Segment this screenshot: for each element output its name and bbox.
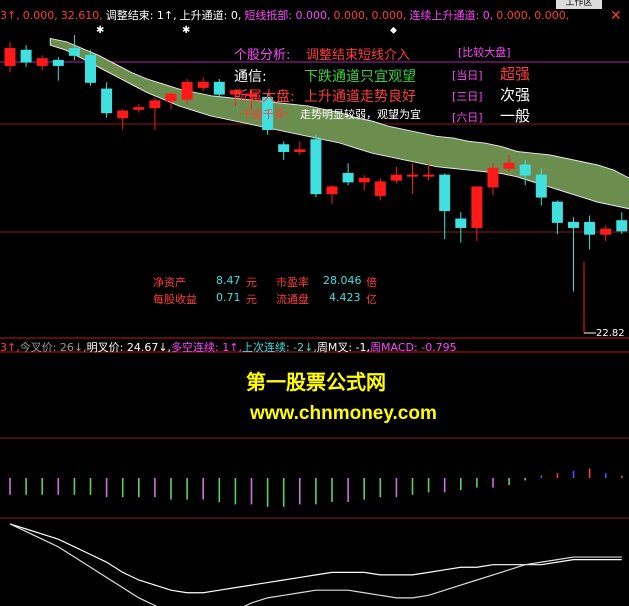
candle-body	[278, 144, 290, 152]
watermark-url: www.chnmoney.com	[250, 403, 437, 424]
top-indicator-item: 调整结束: 1↑,	[105, 9, 177, 22]
day6-value: 一般	[500, 107, 531, 125]
eps-value: 0.71	[216, 291, 241, 304]
close-icon[interactable]: ✕	[610, 8, 622, 24]
float-unit: 亿	[366, 293, 377, 306]
signal-marker: ✱	[96, 25, 104, 36]
candle-body	[439, 174, 451, 212]
candle-body	[181, 81, 193, 100]
signal-marker: ✱	[182, 25, 190, 36]
day1-label[interactable]: [当日]	[452, 67, 483, 83]
mid-indicator-item: 3↑,	[0, 341, 20, 354]
mid-indicator-item: 周M叉: -1,	[316, 341, 371, 354]
candle-body	[471, 186, 483, 228]
pe-label: 市盈率	[276, 276, 309, 289]
mid-indicator-item: 明叉价: 24.67↓,	[86, 341, 172, 354]
candle-body	[487, 167, 499, 188]
candle-body	[294, 149, 306, 152]
indicator-mid-bar: 3↑,今叉价: 26↓,明叉价: 24.67↓,多空连续: 1↑,上次连续: -…	[0, 340, 457, 356]
net-assets-unit: 元	[246, 276, 257, 289]
compare-market-link[interactable]: [比较大盘]	[458, 44, 511, 60]
candle-body	[407, 174, 418, 177]
market-value: 上升通道走势良好	[304, 89, 416, 105]
candle-body	[616, 220, 628, 232]
float-label: 流通盘	[276, 293, 309, 306]
comment-value: 走势明显较弱，观望为宜	[300, 108, 421, 121]
mid-indicator-item: 今叉价: 26↓,	[19, 341, 87, 354]
candle-body	[20, 49, 32, 63]
candle-body	[374, 181, 386, 196]
candle-body	[68, 48, 80, 56]
candle-body	[117, 110, 129, 119]
mid-indicator-item: 周MACD: -0.795	[370, 341, 457, 354]
macd-line-fast	[9, 523, 622, 594]
candle-body	[535, 174, 547, 198]
top-indicator-item: 3↑,	[0, 9, 20, 22]
mid-indicator-item: 上次连续: -2↓,	[241, 341, 317, 354]
candle-body	[423, 174, 435, 177]
candle-body	[503, 162, 515, 169]
day3-label[interactable]: [三日]	[452, 88, 483, 104]
watermark-title: 第一股票公式网	[246, 370, 386, 394]
candle-body	[455, 218, 467, 228]
candle-body	[568, 221, 579, 228]
candle-body	[52, 59, 64, 66]
top-indicator-item: 0.000,	[371, 9, 407, 22]
candle-body	[197, 81, 209, 88]
candle-body	[101, 88, 113, 114]
day6-label[interactable]: [六日]	[452, 109, 483, 125]
market-label: 所属大盘:	[234, 89, 295, 105]
top-indicator-item: 0.000,	[22, 9, 58, 22]
top-indicator-item: 0.000,	[333, 9, 369, 22]
candle-body	[165, 93, 177, 102]
candle-body	[149, 100, 161, 109]
analysis-title-value: 调整结束短线介入	[306, 48, 411, 63]
candle-body	[36, 58, 48, 66]
eps-label: 每股收益	[153, 293, 197, 306]
day1-value: 超强	[500, 65, 531, 83]
pe-unit: 倍	[366, 276, 377, 289]
channel-value: 下跌通道只宜观望	[304, 69, 416, 85]
net-assets-label: 净资产	[153, 276, 186, 289]
channel-label: 通信:	[234, 69, 267, 85]
candle-body	[584, 221, 596, 235]
pe-value: 28.046	[323, 274, 362, 287]
eps-unit: 元	[246, 293, 257, 306]
candle-body	[551, 201, 563, 223]
top-indicator-item: 0.000,	[534, 9, 570, 22]
day3-value: 次强	[500, 86, 531, 104]
mid-indicator-item: 多空连续: 1↑,	[171, 341, 242, 354]
candle-body	[600, 228, 612, 235]
workspace-tab[interactable]: 工作区	[556, 0, 602, 9]
analysis-title-label: 个股分析:	[234, 48, 291, 63]
candle-body	[213, 81, 225, 95]
top-indicator-item: 连续上升通道: 0,	[409, 9, 494, 22]
candle-body	[358, 178, 370, 183]
top-indicator-item: 32.610,	[60, 9, 103, 22]
signal-marker: ⬥	[390, 25, 397, 36]
candle-body	[133, 107, 145, 110]
candle-body	[519, 164, 531, 176]
candle-body	[4, 48, 16, 66]
top-indicator-item: 短线抵部: 0.000,	[244, 9, 331, 22]
indicator-top-bar: 3↑, 0.000, 32.610, 调整结束: 1↑, 上升通道: 0, 短线抵部: 0…	[0, 8, 572, 24]
top-indicator-item: 0.000,	[496, 9, 532, 22]
candle-body	[85, 54, 96, 83]
candle-body	[326, 186, 338, 195]
top-indicator-item: 上升通道: 0,	[179, 9, 242, 22]
candle-body	[390, 174, 402, 181]
float-value: 4.423	[329, 291, 361, 304]
candle-body	[342, 172, 354, 183]
net-assets-value: 8.47	[216, 274, 241, 287]
price-marker: 22.82	[596, 328, 625, 339]
candle-body	[310, 139, 322, 195]
comment-label: 千股千评:	[241, 108, 289, 121]
